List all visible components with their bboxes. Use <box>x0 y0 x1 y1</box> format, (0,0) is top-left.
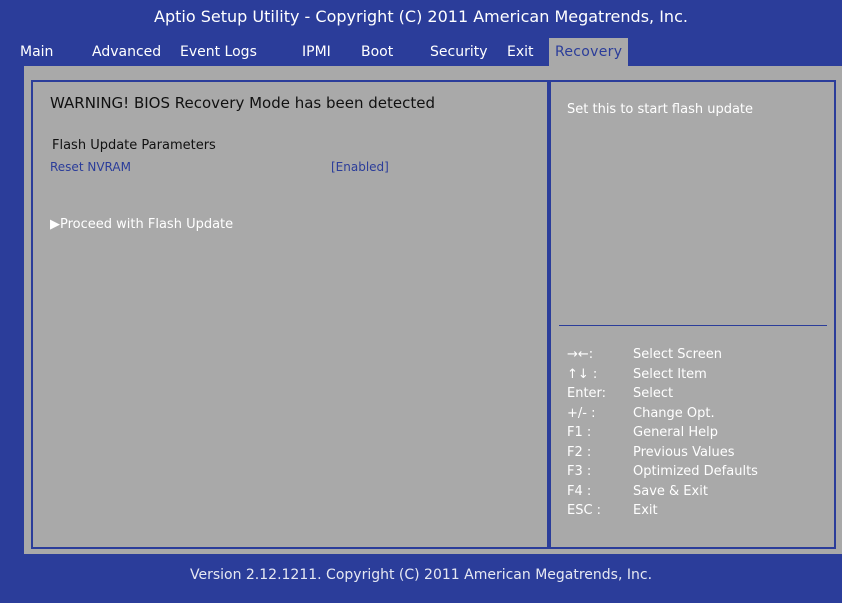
key-desc: Exit <box>633 503 658 518</box>
submenu-arrow-icon: ▶ <box>50 217 60 232</box>
menu-bar: Main Advanced Event Logs IPMI Boot Secur… <box>0 38 842 66</box>
key-desc: Save & Exit <box>633 483 708 499</box>
key-row: +/- : Change Opt. <box>567 404 827 424</box>
key-desc: Select Item <box>633 366 707 382</box>
key-name: +/- : <box>567 405 596 421</box>
reset-nvram-value[interactable]: [Enabled] <box>331 160 389 174</box>
key-desc: Previous Values <box>633 444 735 460</box>
tab-advanced[interactable]: Advanced <box>92 38 161 66</box>
key-legend: →←: Select Screen ↑↓ : Select Item Enter: S… <box>567 345 827 521</box>
key-name: ↑↓ : <box>567 366 598 382</box>
key-name: F1 : <box>567 425 592 440</box>
help-separator <box>559 325 827 326</box>
tab-main[interactable]: Main <box>20 38 53 66</box>
proceed-flash-update[interactable]: ▶Proceed with Flash Update <box>50 217 233 232</box>
key-row: ↑↓ : Select Item <box>567 365 827 385</box>
key-desc: General Help <box>633 425 719 440</box>
key-name: →←: <box>567 347 594 362</box>
key-row: ESC : Exit <box>567 501 827 521</box>
recovery-warning: WARNING! BIOS Recovery Mode has been det… <box>50 94 436 112</box>
key-row: F4 : Save & Exit <box>567 482 827 502</box>
key-desc: Select Screen <box>633 347 722 362</box>
key-name: F2 : <box>567 444 592 460</box>
tab-recovery[interactable]: Recovery <box>549 38 629 66</box>
key-name: F3 : <box>567 464 592 479</box>
key-row: →←: Select Screen <box>567 345 827 365</box>
proceed-flash-update-label: Proceed with Flash Update <box>60 217 234 232</box>
key-name: Enter: <box>567 386 607 401</box>
version-footer: Version 2.12.1211. Copyright (C) 2011 Am… <box>189 567 653 583</box>
key-desc: Optimized Defaults <box>633 464 758 479</box>
key-row: F3 : Optimized Defaults <box>567 462 827 482</box>
key-row: F1 : General Help <box>567 423 827 443</box>
tab-security[interactable]: Security <box>430 38 488 66</box>
tab-boot[interactable]: Boot <box>361 38 393 66</box>
key-desc: Select <box>633 386 674 401</box>
section-title: Flash Update Parameters <box>52 138 216 153</box>
app-title: Aptio Setup Utility - Copyright (C) 2011… <box>154 7 688 26</box>
reset-nvram-label[interactable]: Reset NVRAM <box>50 160 131 174</box>
key-desc: Change Opt. <box>633 405 715 421</box>
help-text: Set this to start flash update <box>567 102 754 117</box>
key-row: Enter: Select <box>567 384 827 404</box>
tab-event-logs[interactable]: Event Logs <box>180 38 257 66</box>
tab-exit[interactable]: Exit <box>507 38 534 66</box>
tab-ipmi[interactable]: IPMI <box>302 38 331 66</box>
key-name: ESC : <box>567 503 602 518</box>
key-name: F4 : <box>567 483 592 499</box>
key-row: F2 : Previous Values <box>567 443 827 463</box>
